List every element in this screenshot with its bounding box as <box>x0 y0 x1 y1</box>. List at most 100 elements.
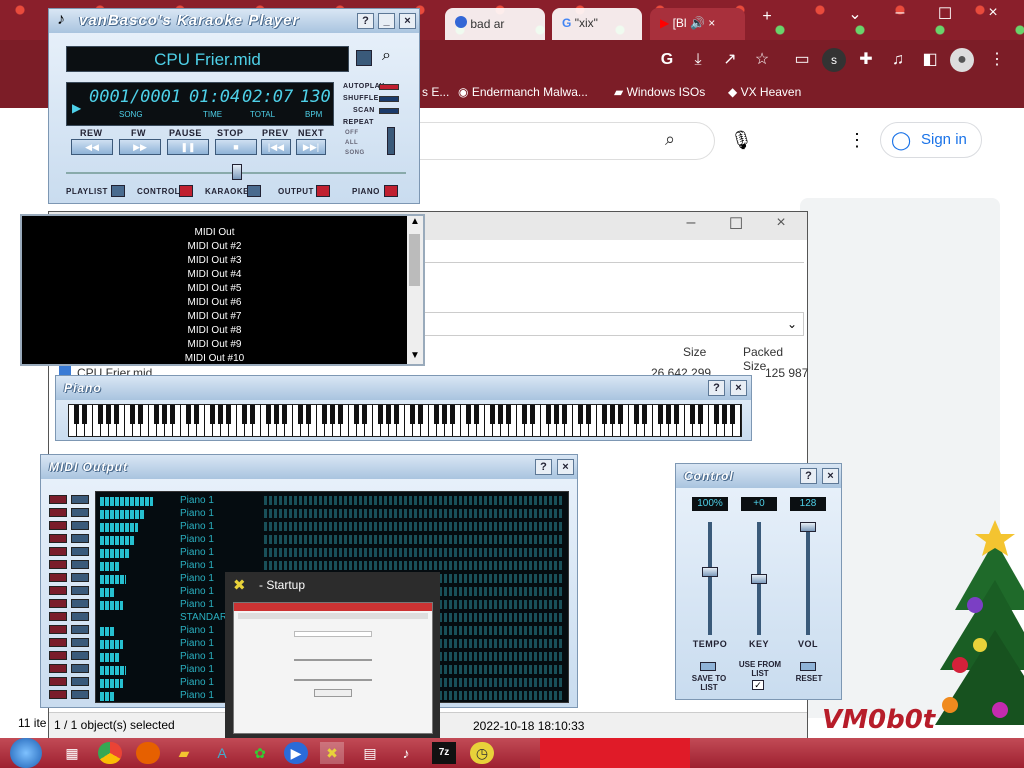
black-key[interactable] <box>562 405 567 424</box>
black-key[interactable] <box>106 405 111 424</box>
midi-out-option[interactable]: MIDI Out #2 <box>22 240 407 254</box>
black-key[interactable] <box>210 405 215 424</box>
channel-instrument[interactable]: Piano 1 <box>180 690 214 701</box>
vanbasco-taskbar-icon[interactable]: ♪ <box>394 742 418 764</box>
channel-solo-button[interactable] <box>71 534 89 543</box>
chrome-taskbar-icon[interactable] <box>98 742 122 764</box>
prev-button[interactable]: |◀◀ <box>261 139 291 155</box>
black-key[interactable] <box>434 405 439 424</box>
close-button[interactable]: × <box>557 459 574 475</box>
channel-solo-button[interactable] <box>71 690 89 699</box>
startup-app-taskbar-icon[interactable]: ✖ <box>320 742 344 764</box>
autoplay-toggle[interactable] <box>379 84 399 90</box>
help-button[interactable]: ? <box>357 13 374 29</box>
use-from-list-checkbox[interactable]: ✓ <box>752 680 764 690</box>
black-key[interactable] <box>242 405 247 424</box>
channel-mute-button[interactable] <box>49 664 67 673</box>
path-combo[interactable]: ⌄ <box>419 312 804 336</box>
scrollbar[interactable]: ▲ ▼ <box>407 216 423 364</box>
black-key[interactable] <box>354 405 359 424</box>
column-header-size[interactable]: Size <box>683 345 706 359</box>
channel-mute-button[interactable] <box>49 508 67 517</box>
chevron-down-icon[interactable]: ⌄ <box>787 317 797 331</box>
black-key[interactable] <box>282 405 287 424</box>
black-key[interactable] <box>218 405 223 424</box>
tempo-slider-track[interactable] <box>708 522 712 635</box>
black-key[interactable] <box>442 405 447 424</box>
black-key[interactable] <box>410 405 415 424</box>
black-key[interactable] <box>274 405 279 424</box>
minimize-icon[interactable]: – <box>671 214 711 232</box>
startup-thumbnail-popup[interactable]: ✖ - Startup <box>225 572 440 740</box>
scan-toggle[interactable] <box>379 108 399 114</box>
channel-solo-button[interactable] <box>71 508 89 517</box>
bookmark[interactable]: s E... <box>422 85 449 99</box>
mic-icon[interactable]: 🎙 <box>730 130 753 151</box>
start-button-icon[interactable] <box>10 738 42 768</box>
channel-solo-button[interactable] <box>71 599 89 608</box>
piano-pane-button[interactable] <box>384 185 398 197</box>
black-key[interactable] <box>602 405 607 424</box>
media-player-taskbar-icon[interactable]: ▶ <box>284 742 308 764</box>
black-key[interactable] <box>378 405 383 424</box>
channel-instrument[interactable]: Piano 1 <box>180 651 214 662</box>
channel-instrument[interactable]: Piano 1 <box>180 495 214 506</box>
black-key[interactable] <box>722 405 727 424</box>
tab-close-icon[interactable]: × <box>708 16 715 30</box>
channel-mute-button[interactable] <box>49 638 67 647</box>
vol-slider-knob[interactable] <box>800 522 816 532</box>
browser-tab[interactable]: bad ar <box>445 8 545 40</box>
help-button[interactable]: ? <box>708 380 725 396</box>
bookmark[interactable]: ◆ VX Heaven <box>728 85 801 99</box>
piano-keyboard[interactable] <box>68 404 742 437</box>
channel-solo-button[interactable] <box>71 612 89 621</box>
channel-mute-button[interactable] <box>49 547 67 556</box>
black-key[interactable] <box>98 405 103 424</box>
black-key[interactable] <box>338 405 343 424</box>
channel-mute-button[interactable] <box>49 651 67 660</box>
window-maximize-icon[interactable]: ☐ <box>930 4 960 24</box>
firefox-taskbar-icon[interactable] <box>136 742 160 764</box>
black-key[interactable] <box>658 405 663 424</box>
channel-instrument[interactable]: Piano 1 <box>180 664 214 675</box>
black-key[interactable] <box>642 405 647 424</box>
black-key[interactable] <box>450 405 455 424</box>
channel-solo-button[interactable] <box>71 573 89 582</box>
help-button[interactable]: ? <box>800 468 817 484</box>
midi-out-option[interactable]: MIDI Out #4 <box>22 268 407 282</box>
fw-button[interactable]: ▶▶ <box>119 139 161 155</box>
scroll-up-icon[interactable]: ▲ <box>410 216 420 227</box>
channel-mute-button[interactable] <box>49 599 67 608</box>
channel-instrument[interactable]: Piano 1 <box>180 560 214 571</box>
channel-mute-button[interactable] <box>49 560 67 569</box>
black-key[interactable] <box>130 405 135 424</box>
black-key[interactable] <box>114 405 119 424</box>
channel-solo-button[interactable] <box>71 495 89 504</box>
output-pane-button[interactable] <box>316 185 330 197</box>
black-key[interactable] <box>498 405 503 424</box>
window-preview[interactable] <box>233 602 433 734</box>
black-key[interactable] <box>82 405 87 424</box>
sign-in-button[interactable]: ◯ Sign in <box>880 122 982 158</box>
channel-solo-button[interactable] <box>71 651 89 660</box>
midi-out-option[interactable]: MIDI Out #10 <box>22 352 407 366</box>
channel-mute-button[interactable] <box>49 625 67 634</box>
channel-mute-button[interactable] <box>49 586 67 595</box>
midi-out-option[interactable]: MIDI Out #7 <box>22 310 407 324</box>
black-key[interactable] <box>546 405 551 424</box>
black-key[interactable] <box>138 405 143 424</box>
black-key[interactable] <box>186 405 191 424</box>
repeat-song[interactable]: SONG <box>345 150 365 156</box>
channel-instrument[interactable]: Piano 1 <box>180 586 214 597</box>
black-key[interactable] <box>330 405 335 424</box>
black-key[interactable] <box>578 405 583 424</box>
extension-s-icon[interactable]: s <box>822 48 846 72</box>
task-view-icon[interactable]: ▦ <box>60 742 84 764</box>
midi-out-option[interactable]: MIDI Out #3 <box>22 254 407 268</box>
control-pane-button[interactable] <box>179 185 193 197</box>
karaoke-pane-button[interactable] <box>247 185 261 197</box>
browser-tab-active[interactable]: ▶ [Bl 🔊 × <box>650 8 745 40</box>
channel-mute-button[interactable] <box>49 534 67 543</box>
black-key[interactable] <box>226 405 231 424</box>
black-key[interactable] <box>634 405 639 424</box>
